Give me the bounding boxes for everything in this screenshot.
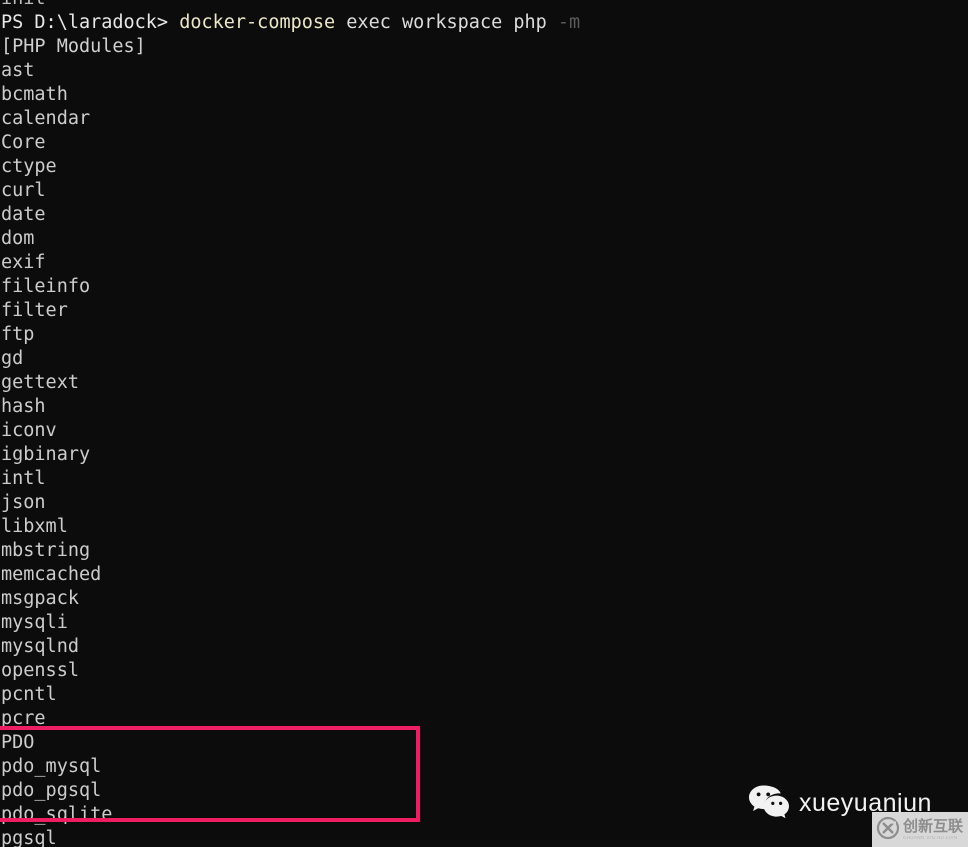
php-module-item: gettext [1,372,79,393]
php-module-item: gd [1,348,24,369]
php-module-item: json [1,492,46,513]
php-module-item: Core [1,132,46,153]
prompt-prefix: PS D:\laradock> [1,12,180,33]
circle-x-logo-icon [876,816,900,844]
prompt-arguments: exec workspace php [335,12,558,33]
php-module-item: igbinary [1,444,91,465]
php-module-item: msgpack [1,588,79,609]
php-module-item: hash [1,396,46,417]
php-module-item: openssl [1,660,79,681]
php-module-item: pcre [1,708,46,729]
php-module-item: pcntl [1,684,57,705]
php-modules-header: [PHP Modules] [1,36,146,57]
php-module-item: calendar [1,108,91,129]
php-module-item: mysqlnd [1,636,79,657]
php-module-item: iconv [1,420,57,441]
site-watermark: 创新互联 CHUANG XIN HU LIAN [872,812,968,847]
terminal-prompt-line: PS D:\laradock> docker-compose exec work… [0,11,968,35]
php-module-item: mysqli [1,612,68,633]
php-module-item: filter [1,300,68,321]
php-module-item: intl [1,468,46,489]
php-module-item: dom [1,228,35,249]
php-module-item: ctype [1,156,57,177]
php-module-item: PDO [1,732,35,753]
php-module-item: date [1,204,46,225]
wechat-icon [748,784,790,822]
php-module-list: ast bcmath calendar Core ctype curl date dom exi… [0,59,968,847]
php-module-item: curl [1,180,46,201]
terminal-clipped-line: init [0,0,968,11]
powershell-terminal[interactable]: init PS D:\laradock> docker-compose exec… [0,0,968,847]
site-watermark-pinyin: CHUANG XIN HU LIAN [903,834,958,840]
php-module-item: memcached [1,564,102,585]
prompt-command: docker-compose [179,12,336,33]
php-module-item: fileinfo [1,276,91,297]
php-module-item: ftp [1,324,35,345]
site-watermark-chinese: 创新互联 [903,816,964,835]
prompt-flag: -m [557,12,581,33]
php-module-item: mbstring [1,540,91,561]
terminal-output: init PS D:\laradock> docker-compose exec… [0,0,968,847]
php-module-item: bcmath [1,84,68,105]
php-module-item: ast [1,60,35,81]
php-module-item: pdo_mysql [1,756,102,777]
php-module-item: pgsql [1,828,57,847]
php-module-item: libxml [1,516,68,537]
php-module-item: exif [1,252,46,273]
site-watermark-text: 创新互联 CHUANG XIN HU LIAN [903,816,964,841]
